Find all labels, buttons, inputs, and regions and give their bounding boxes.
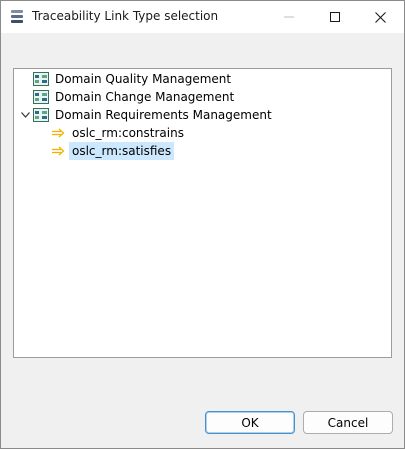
maximize-icon: [330, 12, 340, 22]
tree-item-label: oslc_rm:satisfies: [69, 142, 175, 160]
tree-item-label: Domain Requirements Management: [55, 108, 272, 122]
app-icon: [11, 10, 23, 23]
tree-expander[interactable]: [19, 109, 31, 121]
tree-item-oslc-rm-constrains[interactable]: oslc_rm:constrains: [51, 124, 187, 142]
tree-item-label: Domain Change Management: [55, 90, 235, 104]
dialog-window: Traceability Link Type selection Domain …: [0, 0, 405, 449]
tree-item-oslc-rm-satisfies[interactable]: oslc_rm:satisfies: [51, 142, 175, 160]
domain-icon: [33, 108, 49, 122]
link-arrow-icon: [52, 146, 65, 156]
chevron-down-icon: [20, 112, 30, 118]
title-bar[interactable]: Traceability Link Type selection: [1, 1, 404, 33]
cancel-button[interactable]: Cancel: [303, 411, 393, 434]
domain-icon: [33, 72, 49, 86]
tree-item-domain-change-management[interactable]: Domain Change Management: [33, 88, 237, 106]
close-icon: [374, 11, 386, 23]
minimize-icon: [284, 16, 294, 18]
tree-item-domain-requirements-management[interactable]: Domain Requirements Management: [33, 106, 275, 124]
link-type-tree[interactable]: Domain Quality Management Domain Change …: [13, 68, 392, 358]
ok-button[interactable]: OK: [205, 411, 295, 434]
maximize-button[interactable]: [313, 1, 357, 33]
domain-icon: [33, 90, 49, 104]
window-title: Traceability Link Type selection: [32, 9, 219, 23]
link-arrow-icon: [52, 128, 65, 138]
tree-item-domain-quality-management[interactable]: Domain Quality Management: [33, 70, 234, 88]
minimize-button[interactable]: [267, 1, 311, 33]
tree-item-label: oslc_rm:constrains: [72, 126, 184, 140]
tree-item-label: Domain Quality Management: [55, 72, 232, 86]
close-button[interactable]: [358, 1, 402, 33]
